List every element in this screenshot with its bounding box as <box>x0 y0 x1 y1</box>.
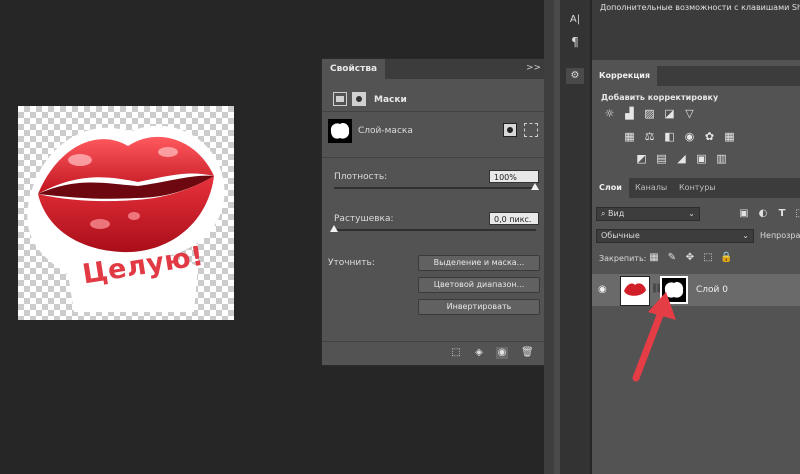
tips-panel: Дополнительные возможности с клавишами S… <box>592 0 800 60</box>
apply-mask-action-icon[interactable]: ◈ <box>473 347 485 359</box>
black-white-icon[interactable]: ◧ <box>663 131 676 143</box>
adjustments-tabbar: Коррекция <box>592 66 800 86</box>
lock-all-icon[interactable]: 🔒 <box>720 252 732 264</box>
tip-line-1: Дополнительные возможности с клавишами S… <box>600 3 800 12</box>
color-lookup-icon[interactable]: ▦ <box>723 131 736 143</box>
properties-panel: Свойства >> ≡ Маски Слой-маска Плотность… <box>321 58 559 366</box>
lock-position-icon[interactable]: ✥ <box>684 252 696 264</box>
properties-panel-icon[interactable]: ⚙ <box>566 68 584 84</box>
layer-mask-icon[interactable] <box>352 92 366 106</box>
chevron-down-icon: ⌄ <box>742 231 749 240</box>
delete-mask-icon[interactable]: 🗑 <box>521 347 534 359</box>
properties-tabbar: Свойства >> ≡ <box>322 59 558 79</box>
channel-mixer-icon[interactable]: ✿ <box>703 131 716 143</box>
lock-label: Закрепить: <box>599 254 647 263</box>
opacity-label: Непрозрачн <box>760 231 800 240</box>
lock-artboard-icon[interactable]: ⬚ <box>702 252 714 264</box>
chevron-down-icon: ⌄ <box>688 209 695 218</box>
masks-section-title: Маски <box>374 95 407 105</box>
collapsed-panels-strip: A| ¶ ⚙ <box>560 0 590 474</box>
levels-icon[interactable]: ▟ <box>623 108 636 120</box>
tab-channels[interactable]: Каналы <box>628 178 674 198</box>
lock-image-icon[interactable]: ✎ <box>666 252 678 264</box>
mask-thumbnail <box>328 119 352 143</box>
apply-mask-icon[interactable] <box>503 123 517 137</box>
blend-mode-value: Обычные <box>601 231 640 240</box>
density-slider[interactable] <box>334 187 536 189</box>
blend-mode-select[interactable]: Обычные ⌄ <box>596 229 754 243</box>
tab-paths[interactable]: Контуры <box>672 178 723 198</box>
layer-filter-value: Вид <box>608 209 625 218</box>
filter-type-icon[interactable]: T <box>776 208 788 220</box>
tab-layers[interactable]: Слои <box>592 178 629 198</box>
pixel-mask-icon[interactable] <box>333 92 347 106</box>
layer-name[interactable]: Слой 0 <box>696 285 728 295</box>
feather-slider[interactable] <box>334 229 536 231</box>
tab-adjustments[interactable]: Коррекция <box>592 66 658 86</box>
document-canvas[interactable]: Целую! <box>18 106 234 320</box>
layer-filter-select[interactable]: ⌕ Вид ⌄ <box>596 207 700 221</box>
vibrance-icon[interactable]: ▽ <box>683 108 696 120</box>
photo-filter-icon[interactable]: ◉ <box>683 131 696 143</box>
feather-label: Растушевка: <box>334 214 394 224</box>
feather-field[interactable]: 0,0 пикс. <box>489 212 539 225</box>
character-panel-icon[interactable]: A| <box>566 12 584 28</box>
density-field[interactable]: 100% <box>489 170 539 183</box>
mask-type-label: Слой-маска <box>358 126 413 136</box>
color-range-button[interactable]: Цветовой диапазон... <box>418 277 540 293</box>
paragraph-panel-icon[interactable]: ¶ <box>566 34 584 50</box>
filter-shape-icon[interactable]: ⬚ <box>794 208 800 220</box>
load-selection-icon[interactable]: ⬚ <box>450 347 462 359</box>
threshold-icon[interactable]: ◢ <box>675 153 688 165</box>
annotation-arrow <box>632 292 676 382</box>
visibility-eye-icon[interactable]: ◉ <box>496 347 508 359</box>
lock-transparent-icon[interactable]: ▦ <box>648 252 660 264</box>
exposure-icon[interactable]: ◪ <box>663 108 676 120</box>
feather-slider-handle[interactable] <box>330 225 338 232</box>
density-slider-handle[interactable] <box>531 183 539 190</box>
color-balance-icon[interactable]: ⚖ <box>643 131 656 143</box>
vector-mask-icon[interactable] <box>524 123 538 137</box>
filter-adjustment-icon[interactable]: ◐ <box>757 208 769 220</box>
search-icon: ⌕ <box>601 209 609 218</box>
hue-saturation-icon[interactable]: ▦ <box>623 131 636 143</box>
selective-color-icon[interactable]: ▣ <box>695 153 708 165</box>
tab-properties[interactable]: Свойства <box>322 59 386 79</box>
posterize-icon[interactable]: ▤ <box>655 153 668 165</box>
select-and-mask-button[interactable]: Выделение и маска... <box>418 255 540 271</box>
visibility-eye-icon[interactable]: ◉ <box>598 284 607 295</box>
collapse-icon[interactable]: >> <box>526 63 541 73</box>
lips-sticker-image <box>27 125 225 312</box>
curves-icon[interactable]: ▨ <box>643 108 656 120</box>
panel-divider <box>544 0 554 474</box>
brightness-contrast-icon[interactable]: ☼ <box>603 108 616 120</box>
invert-button[interactable]: Инвертировать <box>418 299 540 315</box>
layers-tabbar: Слои Каналы Контуры <box>592 178 800 198</box>
adjustments-title: Добавить корректировку <box>601 93 719 102</box>
invert-adjustment-icon[interactable]: ◩ <box>635 153 648 165</box>
mask-shape-icon <box>330 122 350 139</box>
density-label: Плотность: <box>334 172 388 182</box>
filter-pixel-icon[interactable]: ▣ <box>738 208 750 220</box>
refine-label: Уточнить: <box>328 258 375 268</box>
gradient-map-icon[interactable]: ▥ <box>715 153 728 165</box>
